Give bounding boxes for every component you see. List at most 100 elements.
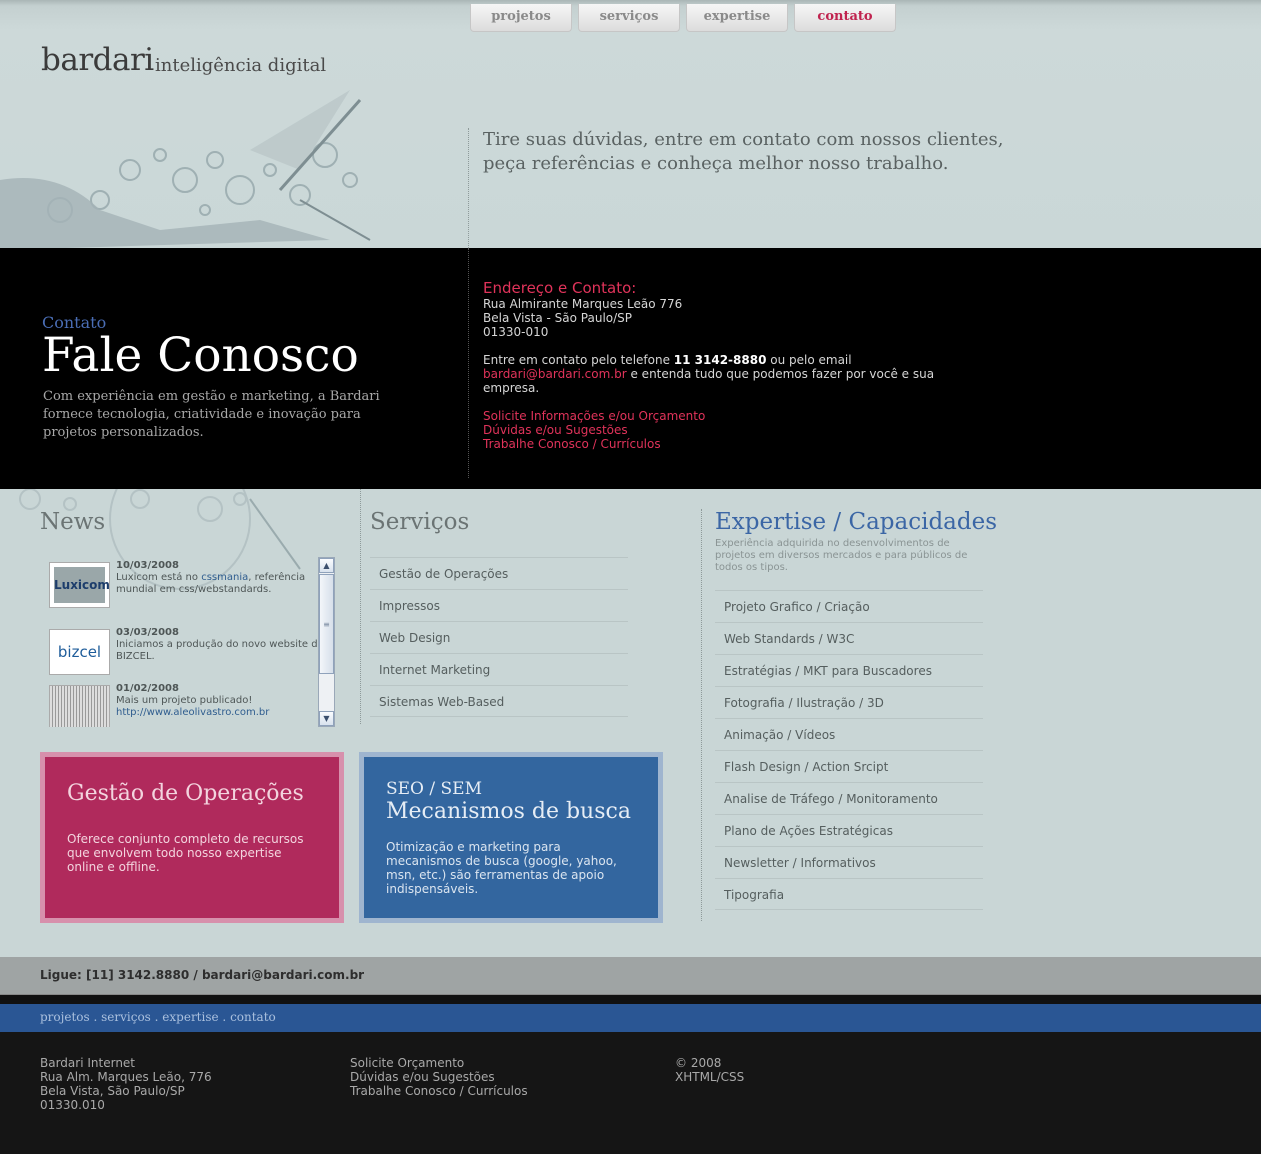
footer-link-trabalhe[interactable]: Trabalhe Conosco / Currículos: [350, 1084, 528, 1098]
nav-tab-projetos[interactable]: projetos: [470, 4, 572, 32]
footer-city: Bela Vista, São Paulo/SP: [40, 1084, 185, 1098]
main-nav: projetos serviços expertise contato: [470, 4, 896, 32]
service-item[interactable]: Internet Marketing: [370, 653, 628, 685]
promo-kicker: SEO / SEM: [386, 779, 482, 799]
expertise-item[interactable]: Flash Design / Action Srcipt: [715, 750, 983, 782]
footer-nav-bar: projetos . serviços . expertise . contat…: [0, 1004, 1261, 1032]
nav-tab-servicos[interactable]: serviços: [578, 4, 680, 32]
call-bar-text: Ligue: [11] 3142.8880 / bardari@bardari.…: [40, 968, 365, 982]
expertise-item[interactable]: Projeto Grafico / Criação: [715, 590, 983, 622]
decorative-circles-graphic: [0, 90, 371, 248]
bizcel-logo-text: bizcel: [57, 643, 102, 661]
intro-text: Tire suas dúvidas, entre em contato com …: [483, 128, 1043, 176]
scroll-thumb[interactable]: ≡: [319, 574, 334, 674]
scroll-down-icon[interactable]: ▼: [319, 711, 334, 726]
column-divider: [360, 489, 361, 724]
news-body: Mais um projeto publicado!: [116, 695, 253, 706]
footer-tech[interactable]: XHTML/CSS: [675, 1070, 744, 1084]
expertise-item[interactable]: Newsletter / Informativos: [715, 846, 983, 878]
news-date: 03/03/2008: [116, 627, 179, 638]
contact-info: Endereço e Contato: Rua Almirante Marque…: [483, 279, 943, 452]
footer-link-duvidas[interactable]: Dúvidas e/ou Sugestões: [350, 1070, 528, 1084]
service-item[interactable]: Gestão de Operações: [370, 557, 628, 589]
link-duvidas-sugestoes[interactable]: Dúvidas e/ou Sugestões: [483, 423, 943, 437]
footer-divider: [0, 995, 1261, 1004]
expertise-item[interactable]: Plano de Ações Estratégicas: [715, 814, 983, 846]
promo-gestao-operacoes[interactable]: Gestão de Operações Oferece conjunto com…: [40, 752, 344, 923]
footer-address: Bardari Internet Rua Alm. Marques Leão, …: [40, 1056, 212, 1112]
intro-line-1: Tire suas dúvidas, entre em contato com …: [483, 129, 1004, 150]
column-divider: [701, 509, 702, 921]
expertise-item[interactable]: Analise de Tráfego / Monitoramento: [715, 782, 983, 814]
link-trabalhe-conosco[interactable]: Trabalhe Conosco / Currículos: [483, 437, 943, 451]
footer: Bardari Internet Rua Alm. Marques Leão, …: [0, 1032, 1261, 1154]
service-item[interactable]: Web Design: [370, 621, 628, 653]
expertise-item[interactable]: Animação / Vídeos: [715, 718, 983, 750]
news-scrollbar[interactable]: ▲ ≡ ▼: [318, 557, 335, 727]
band-divider: [468, 248, 469, 478]
intro-line-2: peça referências e conheça melhor nosso …: [483, 153, 949, 174]
expertise-item[interactable]: Estratégias / MKT para Buscadores: [715, 654, 983, 686]
contact-text-pre: Entre em contato pelo telefone: [483, 353, 674, 367]
expertise-item[interactable]: Tipografia: [715, 878, 983, 910]
address-line-1: Rua Almirante Marques Leão 776: [483, 297, 683, 311]
contact-phone: 11 3142-8880: [673, 353, 767, 367]
contact-text-mid: ou pelo email: [766, 353, 852, 367]
service-item[interactable]: Impressos: [370, 589, 628, 621]
main-content: News Luxicom 10/03/2008 Luxicom está no …: [0, 489, 1261, 957]
link-solicite-informacoes[interactable]: Solicite Informações e/ou Orçamento: [483, 409, 943, 423]
header: bardari inteligência digital projetos se…: [0, 0, 1261, 248]
footer-nav-expertise[interactable]: expertise: [162, 1010, 218, 1024]
scroll-up-icon[interactable]: ▲: [319, 558, 334, 573]
contact-email-link[interactable]: bardari@bardari.com.br: [483, 367, 627, 381]
news-thumbnail[interactable]: [49, 685, 110, 727]
news-link[interactable]: cssmania: [201, 572, 248, 583]
news-text: 03/03/2008 Iniciamos a produção do novo …: [116, 627, 326, 663]
footer-nav-projetos[interactable]: projetos: [40, 1010, 90, 1024]
news-text: 01/02/2008 Mais um projeto publicado! ht…: [116, 683, 326, 719]
services-title: Serviços: [370, 509, 470, 535]
news-list[interactable]: Luxicom 10/03/2008 Luxicom está no cssma…: [49, 557, 337, 727]
expertise-item[interactable]: Web Standards / W3C: [715, 622, 983, 654]
expertise-list: Projeto Grafico / Criação Web Standards …: [715, 590, 983, 910]
footer-street: Rua Alm. Marques Leão, 776: [40, 1070, 212, 1084]
footer-company: Bardari Internet: [40, 1056, 136, 1070]
nav-tab-contato[interactable]: contato: [794, 4, 896, 32]
address-zip: 01330-010: [483, 325, 549, 339]
footer-link-orcamento[interactable]: Solicite Orçamento: [350, 1056, 528, 1070]
contact-paragraph: Entre em contato pelo telefone 11 3142-8…: [483, 353, 943, 395]
news-date: 10/03/2008: [116, 560, 179, 571]
services-list: Gestão de Operações Impressos Web Design…: [370, 557, 628, 717]
news-text: 10/03/2008 Luxicom está no cssmania, ref…: [116, 560, 326, 596]
page-title: Fale Conosco: [42, 328, 359, 383]
footer-nav-contato[interactable]: contato: [230, 1010, 276, 1024]
promo-seo-sem[interactable]: SEO / SEM Mecanismos de busca Otimização…: [359, 752, 663, 923]
hero-description: Com experiência em gestão e marketing, a…: [43, 389, 380, 440]
footer-zip: 01330.010: [40, 1098, 105, 1112]
news-title: News: [40, 509, 106, 535]
address-line-2: Bela Vista - São Paulo/SP: [483, 311, 633, 325]
promo-text: Otimização e marketing para mecanismos d…: [386, 840, 617, 896]
contact-heading: Endereço e Contato:: [483, 279, 637, 297]
luxicom-logo-text: Luxicom: [54, 567, 110, 603]
call-bar: Ligue: [11] 3142.8880 / bardari@bardari.…: [0, 957, 1261, 995]
nav-tab-expertise[interactable]: expertise: [686, 4, 788, 32]
news-link[interactable]: http://www.aleolivastro.com.br: [116, 707, 269, 718]
news-date: 01/02/2008: [116, 683, 179, 694]
footer-links: Solicite Orçamento Dúvidas e/ou Sugestõe…: [350, 1056, 528, 1098]
logo[interactable]: bardari: [41, 42, 154, 78]
contact-band: Contato Fale Conosco Com experiência em …: [0, 248, 1261, 489]
footer-nav: projetos . serviços . expertise . contat…: [40, 1010, 276, 1024]
footer-meta: © 2008 XHTML/CSS: [675, 1056, 744, 1084]
header-divider: [468, 128, 469, 248]
expertise-title: Expertise / Capacidades: [715, 509, 998, 535]
footer-nav-servicos[interactable]: serviços: [101, 1010, 151, 1024]
expertise-item[interactable]: Fotografia / Ilustração / 3D: [715, 686, 983, 718]
news-thumbnail[interactable]: bizcel: [49, 629, 110, 675]
news-thumbnail[interactable]: Luxicom: [49, 562, 110, 608]
service-item[interactable]: Sistemas Web-Based: [370, 685, 628, 717]
news-body: Iniciamos a produção do novo website da …: [116, 639, 324, 662]
logo-tagline: inteligência digital: [155, 55, 327, 76]
promo-title: Gestão de Operações: [67, 781, 304, 806]
promo-text: Oferece conjunto completo de recursos qu…: [67, 832, 304, 874]
